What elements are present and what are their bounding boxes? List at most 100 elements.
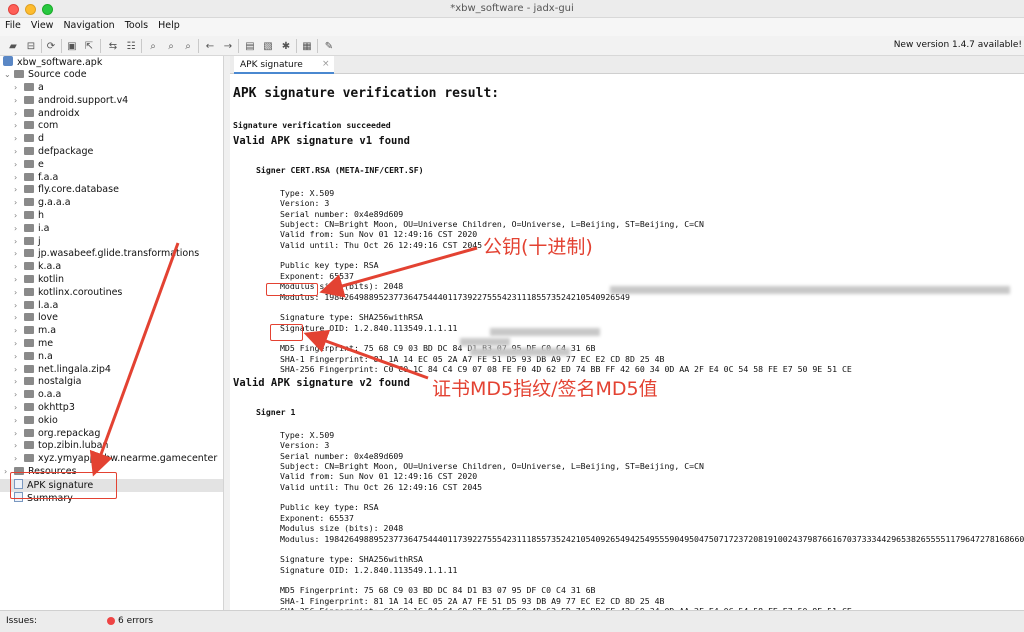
tree-package[interactable]: › f.a.a xyxy=(14,172,58,185)
tree-package[interactable]: › kotlin xyxy=(14,274,64,287)
chevron-right-icon: › xyxy=(14,364,18,374)
tree-package[interactable]: › g.a.a.a xyxy=(14,197,71,210)
tree-package[interactable]: › org.repackag xyxy=(14,428,100,441)
tree-package[interactable]: › m.a xyxy=(14,325,56,338)
log-icon[interactable]: ▦ xyxy=(300,39,314,53)
debug-icon[interactable]: ✱ xyxy=(279,39,293,53)
tree-package[interactable]: › h xyxy=(14,210,44,223)
tree-package[interactable]: › nostalgia xyxy=(14,376,81,389)
flatten-icon[interactable]: ☷ xyxy=(124,39,138,53)
tree-package[interactable]: › jp.wasabeef.glide.transformations xyxy=(14,248,199,261)
package-icon xyxy=(24,262,34,271)
package-icon xyxy=(24,377,34,386)
tree-package[interactable]: › i.a xyxy=(14,223,49,236)
menu-navigation[interactable]: Navigation xyxy=(58,18,119,31)
tree-package[interactable]: › k.a.a xyxy=(14,261,61,274)
package-icon xyxy=(24,287,34,296)
package-icon xyxy=(24,83,34,91)
save-all-icon[interactable]: ⊟ xyxy=(24,39,38,53)
content-pane: APK signature × APK signature verificati… xyxy=(230,56,1024,610)
tree-package[interactable]: › kotlinx.coroutines xyxy=(14,287,122,300)
search-icon[interactable]: ⌕ xyxy=(146,39,160,53)
package-icon xyxy=(24,313,34,322)
detail-line: Signature OID: 1.2.840.113549.1.1.11 xyxy=(280,322,458,333)
back-icon[interactable]: ← xyxy=(203,39,217,53)
tree-package[interactable]: › j xyxy=(14,236,41,249)
apk-signature-highlight xyxy=(10,472,117,499)
package-icon xyxy=(24,172,34,181)
new-version-notice[interactable]: New version 1.4.7 available! xyxy=(894,40,1022,50)
find-usage-icon[interactable]: ⌕ xyxy=(164,39,178,53)
detail-line: Version: 3 xyxy=(280,440,330,451)
package-icon xyxy=(24,249,34,258)
tab-apk-signature[interactable]: APK signature × xyxy=(234,56,334,74)
tree-package[interactable]: › me xyxy=(14,338,53,351)
signature-document: APK signature verification result: Signa… xyxy=(230,74,1024,610)
quark-icon[interactable]: ▤ xyxy=(243,39,257,53)
detail-line: Subject: CN=Bright Moon, OU=Universe Chi… xyxy=(280,219,704,230)
package-icon xyxy=(14,70,24,78)
find-icon[interactable]: ⌕ xyxy=(181,39,195,53)
open-icon[interactable]: ▰ xyxy=(6,39,20,53)
detail-line: Valid from: Sun Nov 01 12:49:16 CST 2020 xyxy=(280,471,478,482)
chevron-right-icon: › xyxy=(14,313,18,323)
package-icon xyxy=(24,339,34,347)
chevron-right-icon: › xyxy=(14,275,18,284)
chevron-right-icon: › xyxy=(14,223,18,233)
forward-icon[interactable]: → xyxy=(221,39,235,53)
package-icon xyxy=(24,441,34,450)
public-key-annotation: 公钥(十进制) xyxy=(483,236,593,258)
menu-file[interactable]: File xyxy=(0,18,26,31)
chevron-right-icon: › xyxy=(14,262,18,272)
tree-package[interactable]: › xyz.ymyapp.xbw.nearme.gamecenter xyxy=(14,453,217,466)
chevron-right-icon: › xyxy=(14,172,18,182)
tree-package[interactable]: › okhttp3 xyxy=(14,402,75,415)
package-icon xyxy=(24,300,34,309)
error-count[interactable]: 6 errors xyxy=(118,616,153,626)
chevron-right-icon: › xyxy=(14,147,18,156)
close-icon[interactable]: × xyxy=(322,59,330,69)
package-icon xyxy=(24,390,34,399)
tree-package[interactable]: › d xyxy=(14,133,44,146)
window-title: *xbw_software - jadx-gui xyxy=(450,3,574,14)
chevron-right-icon: › xyxy=(14,211,18,220)
tree-package[interactable]: › androidx xyxy=(14,108,80,121)
chevron-right-icon: › xyxy=(14,415,18,425)
settings-icon[interactable]: ✎ xyxy=(322,39,336,53)
tree-package[interactable]: › fly.core.database xyxy=(14,184,119,197)
chevron-right-icon: › xyxy=(14,428,18,438)
tree-package[interactable]: › okio xyxy=(14,415,58,428)
tree-package[interactable]: › o.a.a xyxy=(14,389,61,402)
tree-package[interactable]: › defpackage xyxy=(14,146,93,159)
sync-icon[interactable]: ⇆ xyxy=(106,39,120,53)
tree-package[interactable]: › n.a xyxy=(14,351,53,364)
menu-view[interactable]: View xyxy=(26,18,59,31)
save-icon[interactable]: ▣ xyxy=(65,39,79,53)
tree-package[interactable]: › top.zibin.luban xyxy=(14,440,108,453)
menu-tools[interactable]: Tools xyxy=(120,18,153,31)
tree-package[interactable]: › com xyxy=(14,120,58,133)
tree-package[interactable]: › love xyxy=(14,312,58,325)
chevron-right-icon: › xyxy=(14,249,18,259)
tree-package[interactable]: › e xyxy=(14,159,44,172)
detail-line: Subject: CN=Bright Moon, OU=Universe Chi… xyxy=(280,461,704,472)
v2-signer: Signer 1 xyxy=(256,407,296,417)
tree-source-code[interactable]: ⌄ Source code xyxy=(4,69,87,82)
tree-root[interactable]: xbw_software.apk xyxy=(3,56,102,69)
deobfuscate-icon[interactable]: ▧ xyxy=(261,39,275,53)
tree-package[interactable]: › net.lingala.zip4 xyxy=(14,364,111,377)
refresh-icon[interactable]: ⟳ xyxy=(44,39,58,53)
redaction xyxy=(490,328,600,336)
tree-package[interactable]: › android.support.v4 xyxy=(14,95,128,108)
tree-package[interactable]: › l.a.a xyxy=(14,300,58,313)
package-icon xyxy=(24,223,34,232)
package-icon xyxy=(24,415,34,424)
issues-label: Issues: xyxy=(6,616,37,626)
export-icon[interactable]: ⇱ xyxy=(82,39,96,53)
menu-help[interactable]: Help xyxy=(153,18,185,31)
v1-heading: Valid APK signature v1 found xyxy=(233,135,411,147)
tree-package[interactable]: › a xyxy=(14,82,44,95)
detail-line: Serial number: 0x4e89d609 xyxy=(280,450,404,461)
md5-highlight xyxy=(270,324,303,341)
chevron-right-icon: › xyxy=(14,339,18,348)
